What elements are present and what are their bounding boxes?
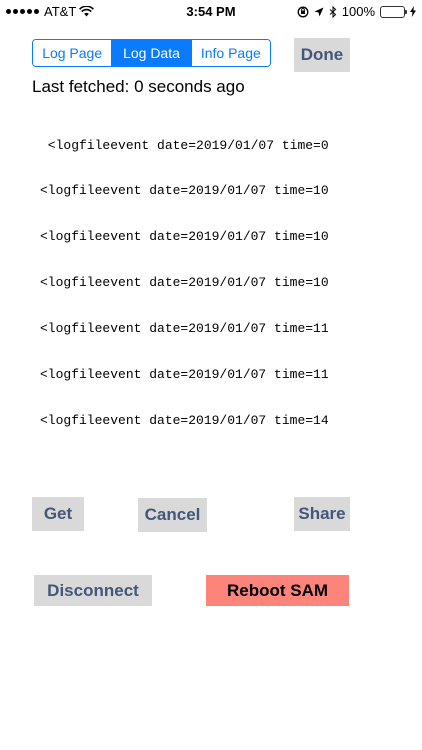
bluetooth-icon <box>329 5 336 18</box>
tab-log-data[interactable]: Log Data <box>112 40 192 66</box>
log-text-view[interactable]: <logfileevent date=2019/01/07 time=0 <lo… <box>40 107 352 487</box>
disconnect-button[interactable]: Disconnect <box>34 575 152 606</box>
orientation-lock-icon <box>297 6 309 17</box>
last-fetched-label: Last fetched: 0 seconds ago <box>32 77 245 96</box>
tab-log-page[interactable]: Log Page <box>33 40 113 66</box>
done-button[interactable]: Done <box>294 38 350 72</box>
cancel-button[interactable]: Cancel <box>138 498 207 532</box>
battery-percent: 100% <box>341 4 375 19</box>
location-arrow-icon <box>314 7 324 16</box>
battery-icon <box>380 5 407 18</box>
log-line: <logfileevent date=2019/01/07 time=14 <box>40 412 329 428</box>
share-button[interactable]: Share <box>294 497 350 531</box>
tab-info-page[interactable]: Info Page <box>191 40 270 66</box>
charging-bolt-icon <box>410 6 416 17</box>
log-line: <logfileevent date=2019/01/07 time=0 <box>40 137 329 153</box>
log-line: <logfileevent date=2019/01/07 time=11 <box>40 367 329 383</box>
page-segmented-control: Log Page Log Data Info Page <box>32 39 271 67</box>
status-bar: AT&T 3:54 PM 100% <box>0 0 422 22</box>
log-line: <logfileevent date=2019/01/07 time=11 <box>40 321 329 337</box>
screen: AT&T 3:54 PM 100% Log Page Log Data Info… <box>0 0 422 750</box>
status-right: 100% <box>297 4 416 19</box>
log-line: <logfileevent date=2019/01/07 time=10 <box>40 229 329 245</box>
log-line: <logfileevent date=2019/01/07 time=10 <box>40 183 329 199</box>
reboot-sam-button[interactable]: Reboot SAM <box>206 575 349 606</box>
get-button[interactable]: Get <box>32 497 84 531</box>
log-line: <logfileevent date=2019/01/07 time=10 <box>40 275 329 291</box>
